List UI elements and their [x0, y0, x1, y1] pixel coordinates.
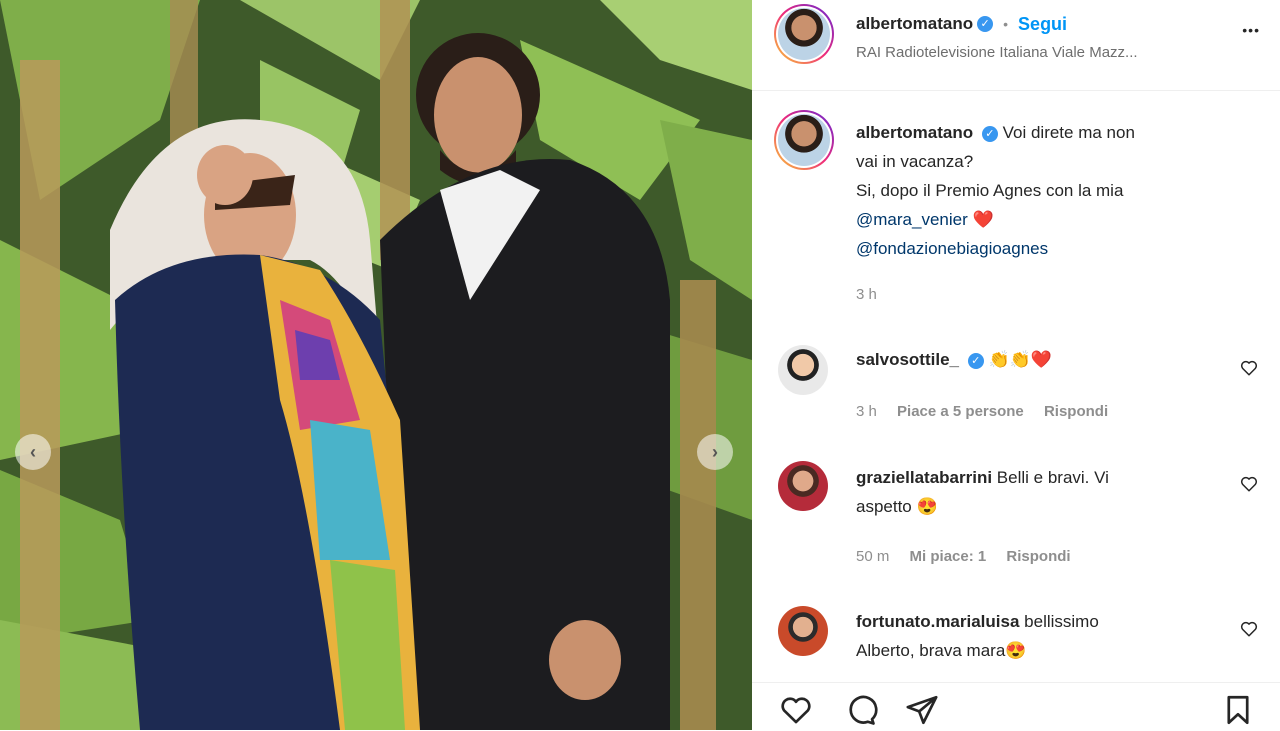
previous-photo-button[interactable]: ‹: [15, 434, 51, 470]
caption-text: vai in vacanza?: [856, 152, 974, 171]
comment-likes[interactable]: Piace a 5 persone: [897, 403, 1024, 420]
heart-icon[interactable]: [1240, 620, 1258, 638]
comment-text: aspetto 😍: [856, 497, 938, 516]
commenter-avatar[interactable]: [778, 345, 828, 395]
follow-button[interactable]: Segui: [1018, 14, 1067, 35]
commenter-avatar[interactable]: [778, 461, 828, 511]
separator-dot: •: [1003, 16, 1009, 32]
commenter-username[interactable]: fortunato.marialuisa: [856, 612, 1019, 631]
reply-button[interactable]: Rispondi: [1044, 403, 1108, 420]
mention-link[interactable]: @fondazionebiagioagnes: [856, 234, 1256, 263]
heart-icon[interactable]: [1240, 359, 1258, 377]
share-icon[interactable]: [904, 693, 940, 727]
next-photo-button[interactable]: ›: [697, 434, 733, 470]
commenter-avatar[interactable]: [778, 606, 828, 656]
author-avatar[interactable]: [774, 4, 834, 64]
caption-username[interactable]: albertomatano: [856, 123, 973, 142]
comment-text: 👏👏❤️: [988, 350, 1052, 369]
verified-badge-icon: ✓: [977, 16, 994, 32]
chevron-left-icon: ‹: [30, 441, 36, 462]
verified-badge-icon: ✓: [981, 125, 998, 142]
caption-text: Voi direte ma non: [1002, 123, 1135, 142]
author-username[interactable]: albertomatano: [856, 14, 973, 34]
bookmark-icon[interactable]: [1220, 693, 1256, 727]
like-heart-icon[interactable]: [778, 693, 814, 727]
reply-button[interactable]: Rispondi: [1006, 548, 1070, 565]
post-header: albertomatano ✓ • Segui RAI Radiotelevis…: [752, 0, 1280, 91]
post-sidebar: albertomatano ✓ • Segui RAI Radiotelevis…: [752, 0, 1280, 730]
action-bar: [752, 682, 1280, 731]
verified-badge-icon: ✓: [967, 352, 984, 369]
commenter-username[interactable]: salvosottile_: [856, 350, 959, 369]
post-photo[interactable]: ‹ ›: [0, 0, 752, 730]
caption-text: Si, dopo il Premio Agnes con la mia: [856, 181, 1124, 200]
caption-time[interactable]: 3 h: [856, 286, 877, 303]
more-options-icon[interactable]: •••: [1242, 22, 1260, 38]
comment-text: bellissimo: [1024, 612, 1099, 631]
post-image: [0, 0, 752, 730]
mention-link[interactable]: @mara_venier: [856, 210, 968, 229]
comment-icon[interactable]: [842, 693, 878, 727]
comment-text: Alberto, brava mara😍: [856, 641, 1027, 660]
chevron-right-icon: ›: [712, 441, 718, 462]
comment-text: Belli e bravi. Vi: [996, 468, 1109, 487]
heart-emoji: ❤️: [972, 210, 994, 229]
commenter-username[interactable]: graziellatabarrini: [856, 468, 992, 487]
caption-avatar[interactable]: [774, 110, 834, 170]
post-location[interactable]: RAI Radiotelevisione Italiana Viale Mazz…: [856, 44, 1138, 61]
comment-time[interactable]: 3 h: [856, 403, 877, 420]
comment-time[interactable]: 50 m: [856, 548, 889, 565]
heart-icon[interactable]: [1240, 475, 1258, 493]
comment-likes[interactable]: Mi piace: 1: [910, 548, 987, 565]
